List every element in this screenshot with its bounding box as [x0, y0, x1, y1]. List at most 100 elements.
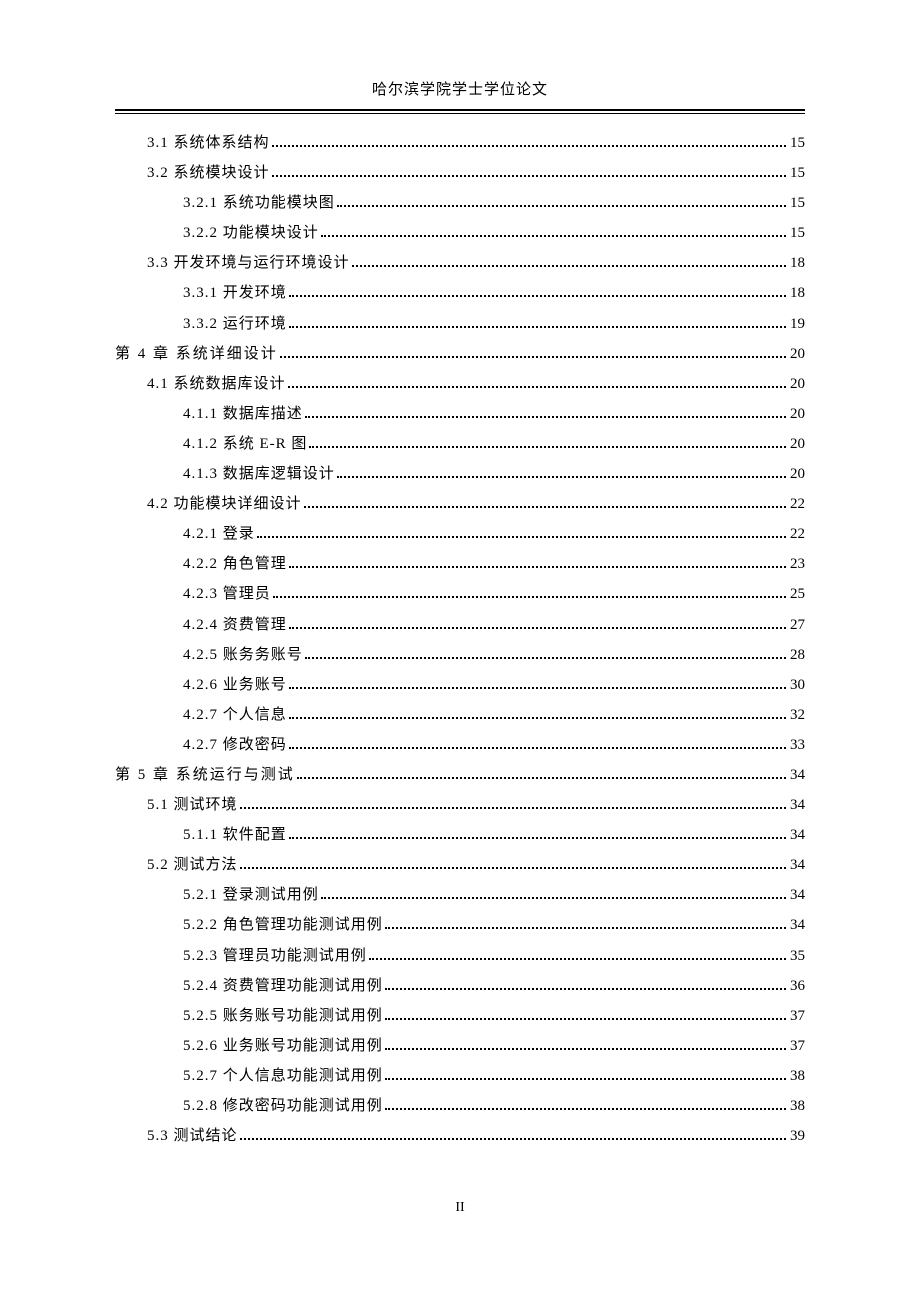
toc-page-number: 20: [790, 347, 805, 362]
toc-page-number: 20: [790, 467, 805, 482]
toc-page-number: 18: [790, 256, 805, 271]
toc-label: 5.2.5 账务账号功能测试用例: [183, 1009, 383, 1024]
toc-entry: 5.2.1 登录测试用例 34: [115, 888, 805, 903]
toc-leader-dots: [257, 536, 786, 538]
toc-entry: 5.2.2 角色管理功能测试用例34: [115, 918, 805, 933]
toc-label: 4.2.1 登录: [183, 527, 255, 542]
toc-entry: 第 4 章 系统详细设计 20: [115, 347, 805, 362]
toc-entry: 4.2.4 资费管理 27: [115, 618, 805, 633]
toc-leader-dots: [304, 506, 786, 508]
toc-page-number: 22: [790, 497, 805, 512]
toc-page-number: 34: [790, 768, 805, 783]
header-rule: [115, 109, 805, 114]
toc-leader-dots: [289, 326, 786, 328]
toc-label: 4.2.7 修改密码: [183, 738, 287, 753]
toc-label: 4.1.3 数据库逻辑设计: [183, 467, 335, 482]
toc-page-number: 27: [790, 618, 805, 633]
toc-page-number: 38: [790, 1069, 805, 1084]
toc-entry: 3.3.2 运行环境19: [115, 317, 805, 332]
toc-label: 5.2.1 登录测试用例: [183, 888, 319, 903]
toc-leader-dots: [385, 988, 786, 990]
toc-entry: 4.1 系统数据库设计 20: [115, 377, 805, 392]
toc-leader-dots: [305, 416, 786, 418]
toc-label: 4.2.3 管理员: [183, 587, 271, 602]
toc-leader-dots: [352, 265, 786, 267]
toc-page-number: 37: [790, 1009, 805, 1024]
toc-entry: 5.1 测试环境 34: [115, 798, 805, 813]
toc-label: 4.1.2 系统 E-R 图: [183, 437, 307, 452]
toc-leader-dots: [272, 145, 786, 147]
toc-entry: 5.2.7 个人信息功能测试用例38: [115, 1069, 805, 1084]
toc-entry: 4.1.3 数据库逻辑设计 20: [115, 467, 805, 482]
toc-label: 4.2.2 角色管理: [183, 557, 287, 572]
toc-leader-dots: [272, 175, 786, 177]
toc-label: 3.3.1 开发环境: [183, 286, 287, 301]
toc-page-number: 28: [790, 648, 805, 663]
toc-label: 4.2.5 账务务账号: [183, 648, 303, 663]
toc-page-number: 25: [790, 587, 805, 602]
toc-leader-dots: [385, 927, 786, 929]
toc-page-number: 15: [790, 226, 805, 241]
toc-label: 4.2.6 业务账号: [183, 678, 287, 693]
toc-entry: 5.2.3 管理员功能测试用例 35: [115, 949, 805, 964]
toc-label: 5.3 测试结论: [147, 1129, 238, 1144]
toc-leader-dots: [385, 1018, 786, 1020]
toc-label: 5.2.8 修改密码功能测试用例: [183, 1099, 383, 1114]
toc-page-number: 33: [790, 738, 805, 753]
toc-page-number: 37: [790, 1039, 805, 1054]
toc-page-number: 20: [790, 407, 805, 422]
toc-entry: 5.3 测试结论 39: [115, 1129, 805, 1144]
toc-leader-dots: [385, 1078, 786, 1080]
toc-entry: 5.2.6 业务账号功能测试用例 37: [115, 1039, 805, 1054]
toc-leader-dots: [289, 295, 786, 297]
toc-label: 5.2.4 资费管理功能测试用例: [183, 979, 383, 994]
toc-page-number: 30: [790, 678, 805, 693]
toc-leader-dots: [385, 1048, 786, 1050]
toc-entry: 5.2.8 修改密码功能测试用例38: [115, 1099, 805, 1114]
page-number: II: [0, 1200, 920, 1216]
toc-leader-dots: [288, 386, 786, 388]
toc-page-number: 23: [790, 557, 805, 572]
toc-entry: 4.2.7 修改密码 33: [115, 738, 805, 753]
toc-page-number: 39: [790, 1129, 805, 1144]
toc-page-number: 32: [790, 708, 805, 723]
toc-entry: 4.2.6 业务账号 30: [115, 678, 805, 693]
toc-leader-dots: [240, 807, 786, 809]
toc-entry: 3.1 系统体系结构 15: [115, 136, 805, 151]
toc-page-number: 36: [790, 979, 805, 994]
toc-page-number: 34: [790, 888, 805, 903]
toc-leader-dots: [369, 958, 786, 960]
toc-entry: 4.2 功能模块详细设计 22: [115, 497, 805, 512]
toc-label: 5.1.1 软件配置: [183, 828, 287, 843]
toc-page-number: 35: [790, 949, 805, 964]
toc-entry: 4.1.1 数据库描述 20: [115, 407, 805, 422]
toc-page-number: 34: [790, 918, 805, 933]
toc-label: 4.2 功能模块详细设计: [147, 497, 302, 512]
toc-label: 5.2 测试方法: [147, 858, 238, 873]
toc-leader-dots: [289, 837, 786, 839]
toc-entry: 4.2.3 管理员 25: [115, 587, 805, 602]
toc-page-number: 18: [790, 286, 805, 301]
toc-entry: 3.2 系统模块设计15: [115, 166, 805, 181]
toc-label: 5.2.6 业务账号功能测试用例: [183, 1039, 383, 1054]
toc-entry: 5.2.5 账务账号功能测试用例 37: [115, 1009, 805, 1024]
toc-label: 第 4 章 系统详细设计: [115, 347, 278, 362]
toc-label: 3.2.2 功能模块设计: [183, 226, 319, 241]
toc-leader-dots: [337, 476, 786, 478]
toc-leader-dots: [273, 596, 786, 598]
toc-entry: 第 5 章 系统运行与测试34: [115, 768, 805, 783]
toc-leader-dots: [289, 687, 786, 689]
toc-entry: 3.3 开发环境与运行环境设计18: [115, 256, 805, 271]
toc-label: 4.1.1 数据库描述: [183, 407, 303, 422]
toc-entry: 3.3.1 开发环境 18: [115, 286, 805, 301]
toc-leader-dots: [289, 627, 786, 629]
toc-label: 4.2.4 资费管理: [183, 618, 287, 633]
toc-leader-dots: [385, 1108, 786, 1110]
toc-leader-dots: [289, 566, 786, 568]
toc-label: 5.2.3 管理员功能测试用例: [183, 949, 367, 964]
toc-page-number: 34: [790, 798, 805, 813]
toc-entry: 5.2.4 资费管理功能测试用例 36: [115, 979, 805, 994]
toc-entry: 5.1.1 软件配置34: [115, 828, 805, 843]
toc-page-number: 15: [790, 166, 805, 181]
toc-label: 5.1 测试环境: [147, 798, 238, 813]
